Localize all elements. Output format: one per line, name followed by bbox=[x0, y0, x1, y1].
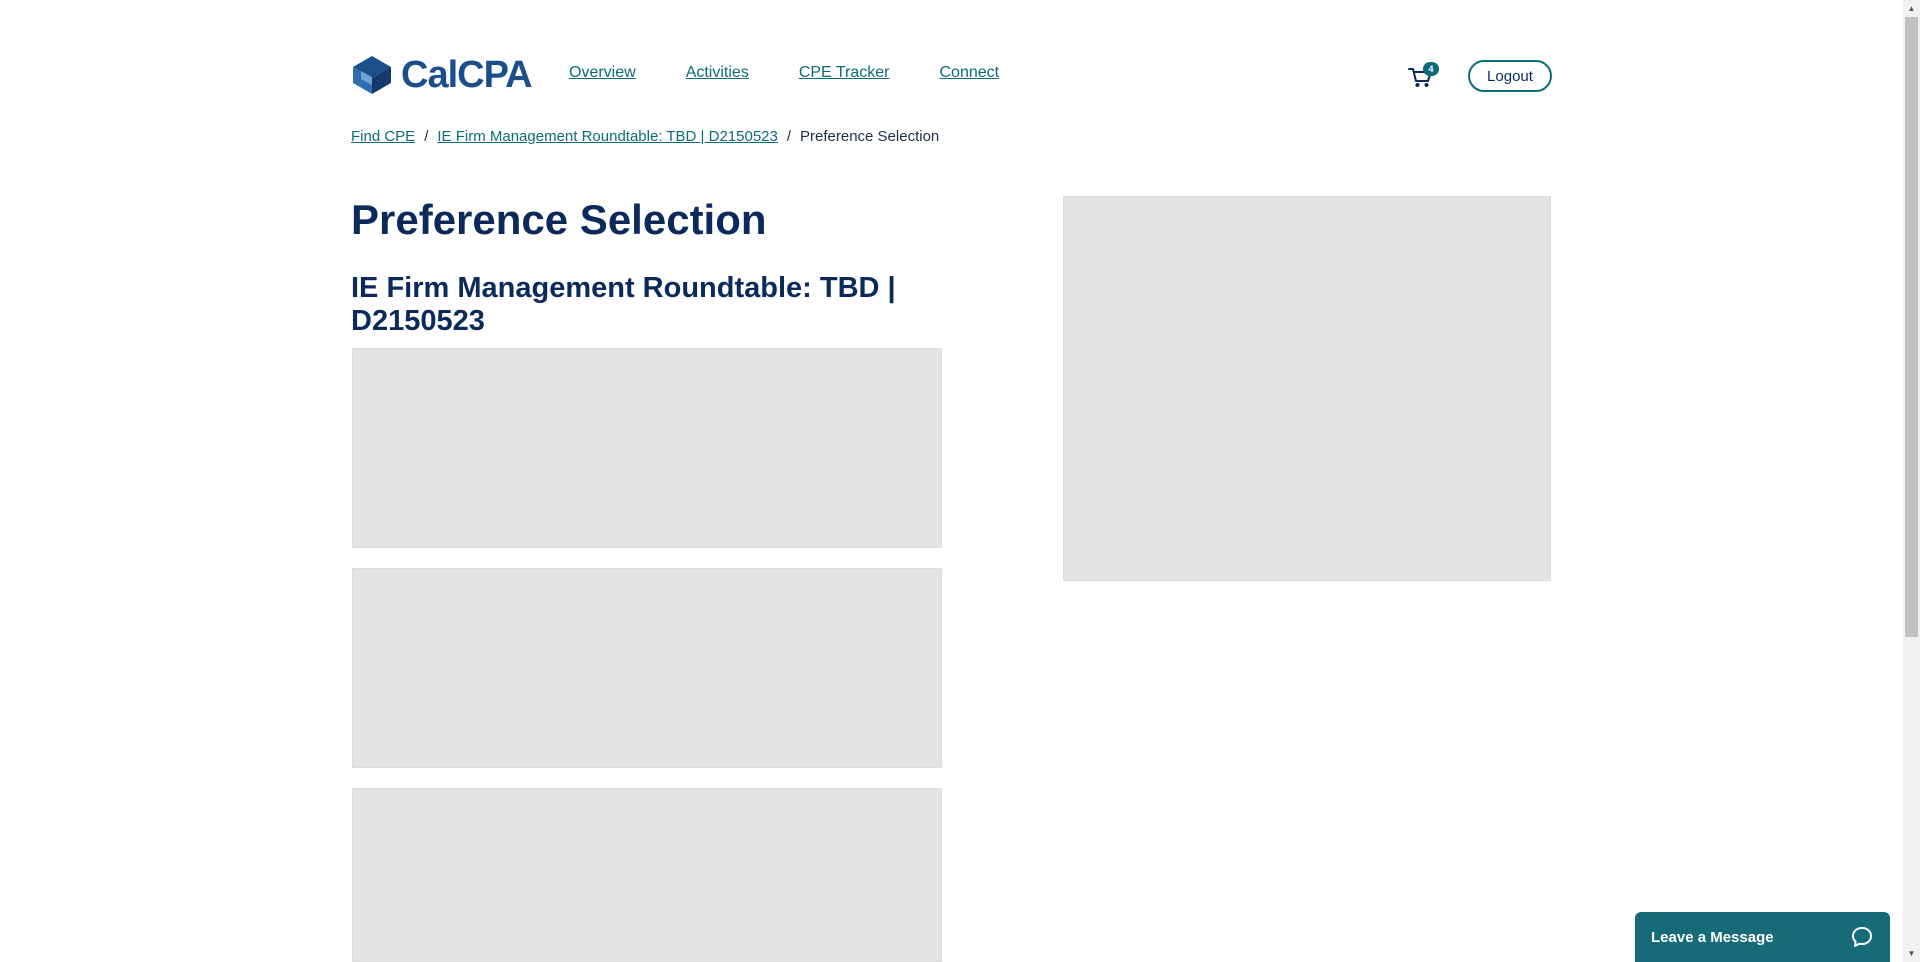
breadcrumb: Find CPE / IE Firm Management Roundtable… bbox=[351, 128, 939, 145]
scroll-down-arrow-icon[interactable]: ▼ bbox=[1903, 945, 1920, 962]
chat-bubble-icon bbox=[1852, 927, 1872, 947]
breadcrumb-find-cpe[interactable]: Find CPE bbox=[351, 128, 415, 145]
leave-message-chat-button[interactable]: Leave a Message bbox=[1635, 912, 1890, 962]
page-scrollbar[interactable]: ▲ ▼ bbox=[1903, 0, 1920, 962]
breadcrumb-separator: / bbox=[786, 128, 792, 145]
breadcrumb-separator: / bbox=[424, 128, 429, 145]
nav-connect[interactable]: Connect bbox=[940, 64, 1000, 82]
nav-activities[interactable]: Activities bbox=[686, 64, 749, 82]
logout-button[interactable]: Logout bbox=[1468, 60, 1552, 92]
main-nav: Overview Activities CPE Tracker Connect bbox=[569, 64, 999, 82]
breadcrumb-current: Preference Selection bbox=[800, 128, 940, 145]
chat-label: Leave a Message bbox=[1651, 928, 1774, 946]
page-title: Preference Selection bbox=[351, 196, 767, 243]
cart-count-badge: 4 bbox=[1423, 62, 1439, 76]
cart-button[interactable]: 4 bbox=[1407, 62, 1439, 90]
loading-placeholder-block bbox=[352, 348, 942, 548]
calcpa-logo[interactable]: CalCPA bbox=[351, 54, 533, 96]
loading-placeholder-block bbox=[352, 788, 942, 962]
nav-cpe-tracker[interactable]: CPE Tracker bbox=[799, 64, 890, 82]
logo-text: CalCPA bbox=[401, 54, 533, 96]
nav-overview[interactable]: Overview bbox=[569, 64, 636, 82]
logo-mark-icon bbox=[353, 56, 391, 94]
loading-placeholder-block bbox=[352, 568, 942, 768]
sidebar-loading-placeholder bbox=[1063, 196, 1551, 581]
site-header: CalCPA Overview Activities CPE Tracker C… bbox=[351, 52, 1552, 98]
event-title: IE Firm Management Roundtable: TBD | D21… bbox=[351, 272, 896, 337]
breadcrumb-event[interactable]: IE Firm Management Roundtable: TBD | D21… bbox=[437, 128, 777, 145]
scrollbar-thumb[interactable] bbox=[1905, 17, 1918, 637]
scroll-up-arrow-icon[interactable]: ▲ bbox=[1903, 0, 1920, 17]
